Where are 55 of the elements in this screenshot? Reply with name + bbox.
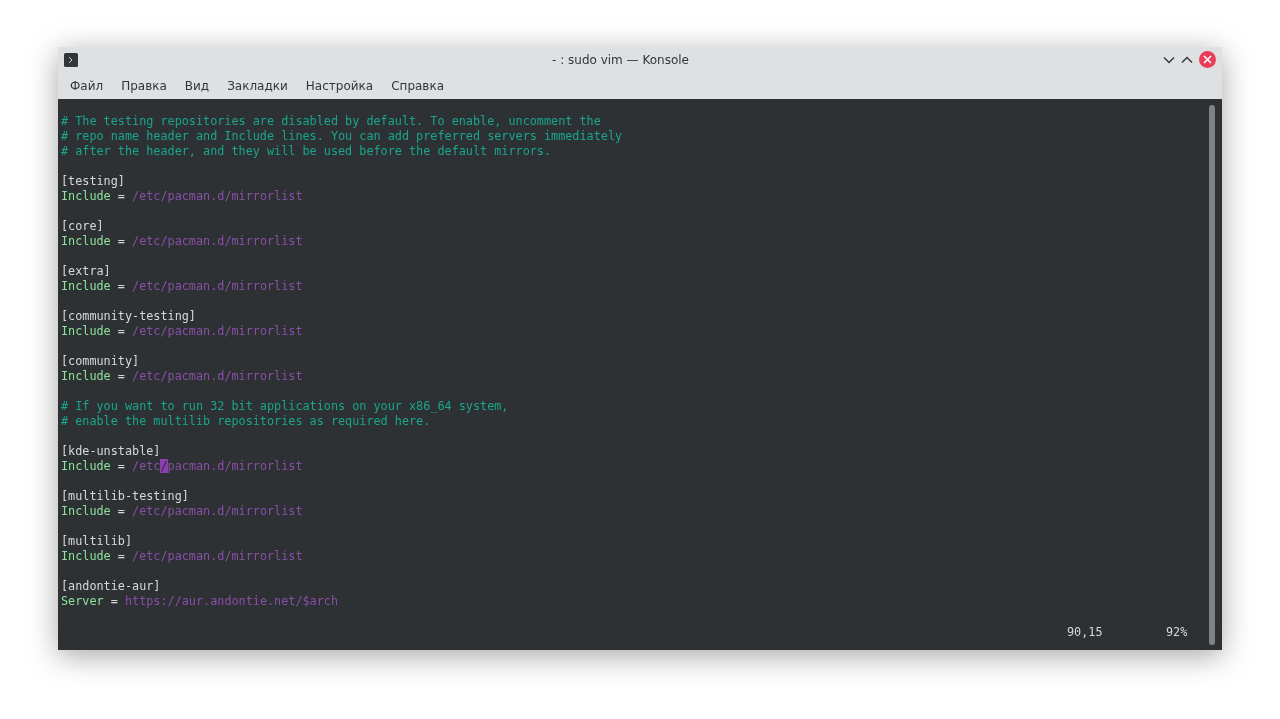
- section-header: [community]: [61, 354, 140, 368]
- equals-sign: =: [117, 189, 125, 203]
- equals-sign: =: [117, 279, 125, 293]
- menu-item[interactable]: Настройка: [296, 74, 383, 97]
- section-header: [testing]: [61, 174, 125, 188]
- equals-sign: =: [117, 234, 125, 248]
- section-header: [kde-unstable]: [61, 444, 161, 458]
- config-value: /etc/pacman.d/mirrorlist: [132, 189, 303, 203]
- config-value: /etc/pacman.d/mirrorlist: [132, 369, 303, 383]
- comment-line: # If you want to run 32 bit applications on your x86_64 system,: [61, 399, 509, 413]
- config-value: /etc/pacman.d/mirrorlist: [132, 459, 303, 473]
- menu-item[interactable]: Файл: [61, 74, 113, 97]
- section-header: [andontie-aur]: [61, 579, 161, 593]
- config-key: Include: [61, 189, 111, 203]
- comment-line: # after the header, and they will be used before the default mirrors.: [61, 144, 552, 158]
- config-key: Include: [61, 549, 111, 563]
- config-value: /etc/pacman.d/mirrorlist: [132, 234, 303, 248]
- equals-sign: =: [117, 549, 125, 563]
- config-value: https://aur.andontie.net/$arch: [124, 594, 339, 608]
- comment-line: # enable the multilib repositories as required here.: [61, 414, 431, 428]
- config-key: Include: [61, 234, 111, 248]
- comment-line: # repo name header and Include lines. You can add preferred servers immediately: [61, 129, 623, 143]
- section-header: [community-testing]: [61, 309, 196, 323]
- section-header: [extra]: [61, 264, 111, 278]
- menu-item[interactable]: Закладки: [218, 74, 297, 97]
- config-key: Include: [61, 279, 111, 293]
- menu-item[interactable]: Правка: [112, 74, 176, 97]
- config-key: Include: [61, 324, 111, 338]
- config-value: /etc/pacman.d/mirrorlist: [132, 504, 303, 518]
- config-value: /etc/pacman.d/mirrorlist: [132, 324, 303, 338]
- equals-sign: =: [117, 504, 125, 518]
- minimize-icon[interactable]: [1163, 55, 1175, 64]
- menu-item[interactable]: Справка: [382, 74, 454, 97]
- equals-sign: =: [117, 459, 125, 473]
- config-key: Server: [61, 594, 104, 608]
- scroll-percent: 92%: [1166, 625, 1188, 640]
- scrollbar[interactable]: [1209, 105, 1215, 645]
- section-header: [multilib-testing]: [61, 489, 189, 503]
- section-header: [multilib]: [61, 534, 133, 548]
- cursor-position: 90,15: [1067, 625, 1103, 640]
- config-key: Include: [61, 459, 111, 473]
- equals-sign: =: [117, 324, 125, 338]
- close-icon[interactable]: [1199, 51, 1216, 68]
- equals-sign: =: [110, 594, 118, 608]
- equals-sign: =: [117, 369, 125, 383]
- config-key: Include: [61, 504, 111, 518]
- config-value: /etc/pacman.d/mirrorlist: [132, 279, 303, 293]
- terminal-icon: [64, 52, 78, 67]
- section-header: [core]: [61, 219, 104, 233]
- config-key: Include: [61, 369, 111, 383]
- menu-item[interactable]: Вид: [175, 74, 219, 97]
- comment-line: # The testing repositories are disabled by default. To enable, uncomment the: [61, 114, 601, 128]
- maximize-icon[interactable]: [1181, 55, 1193, 64]
- config-value: /etc/pacman.d/mirrorlist: [132, 549, 303, 563]
- window-title: - : sudo vim — Konsole: [551, 52, 690, 67]
